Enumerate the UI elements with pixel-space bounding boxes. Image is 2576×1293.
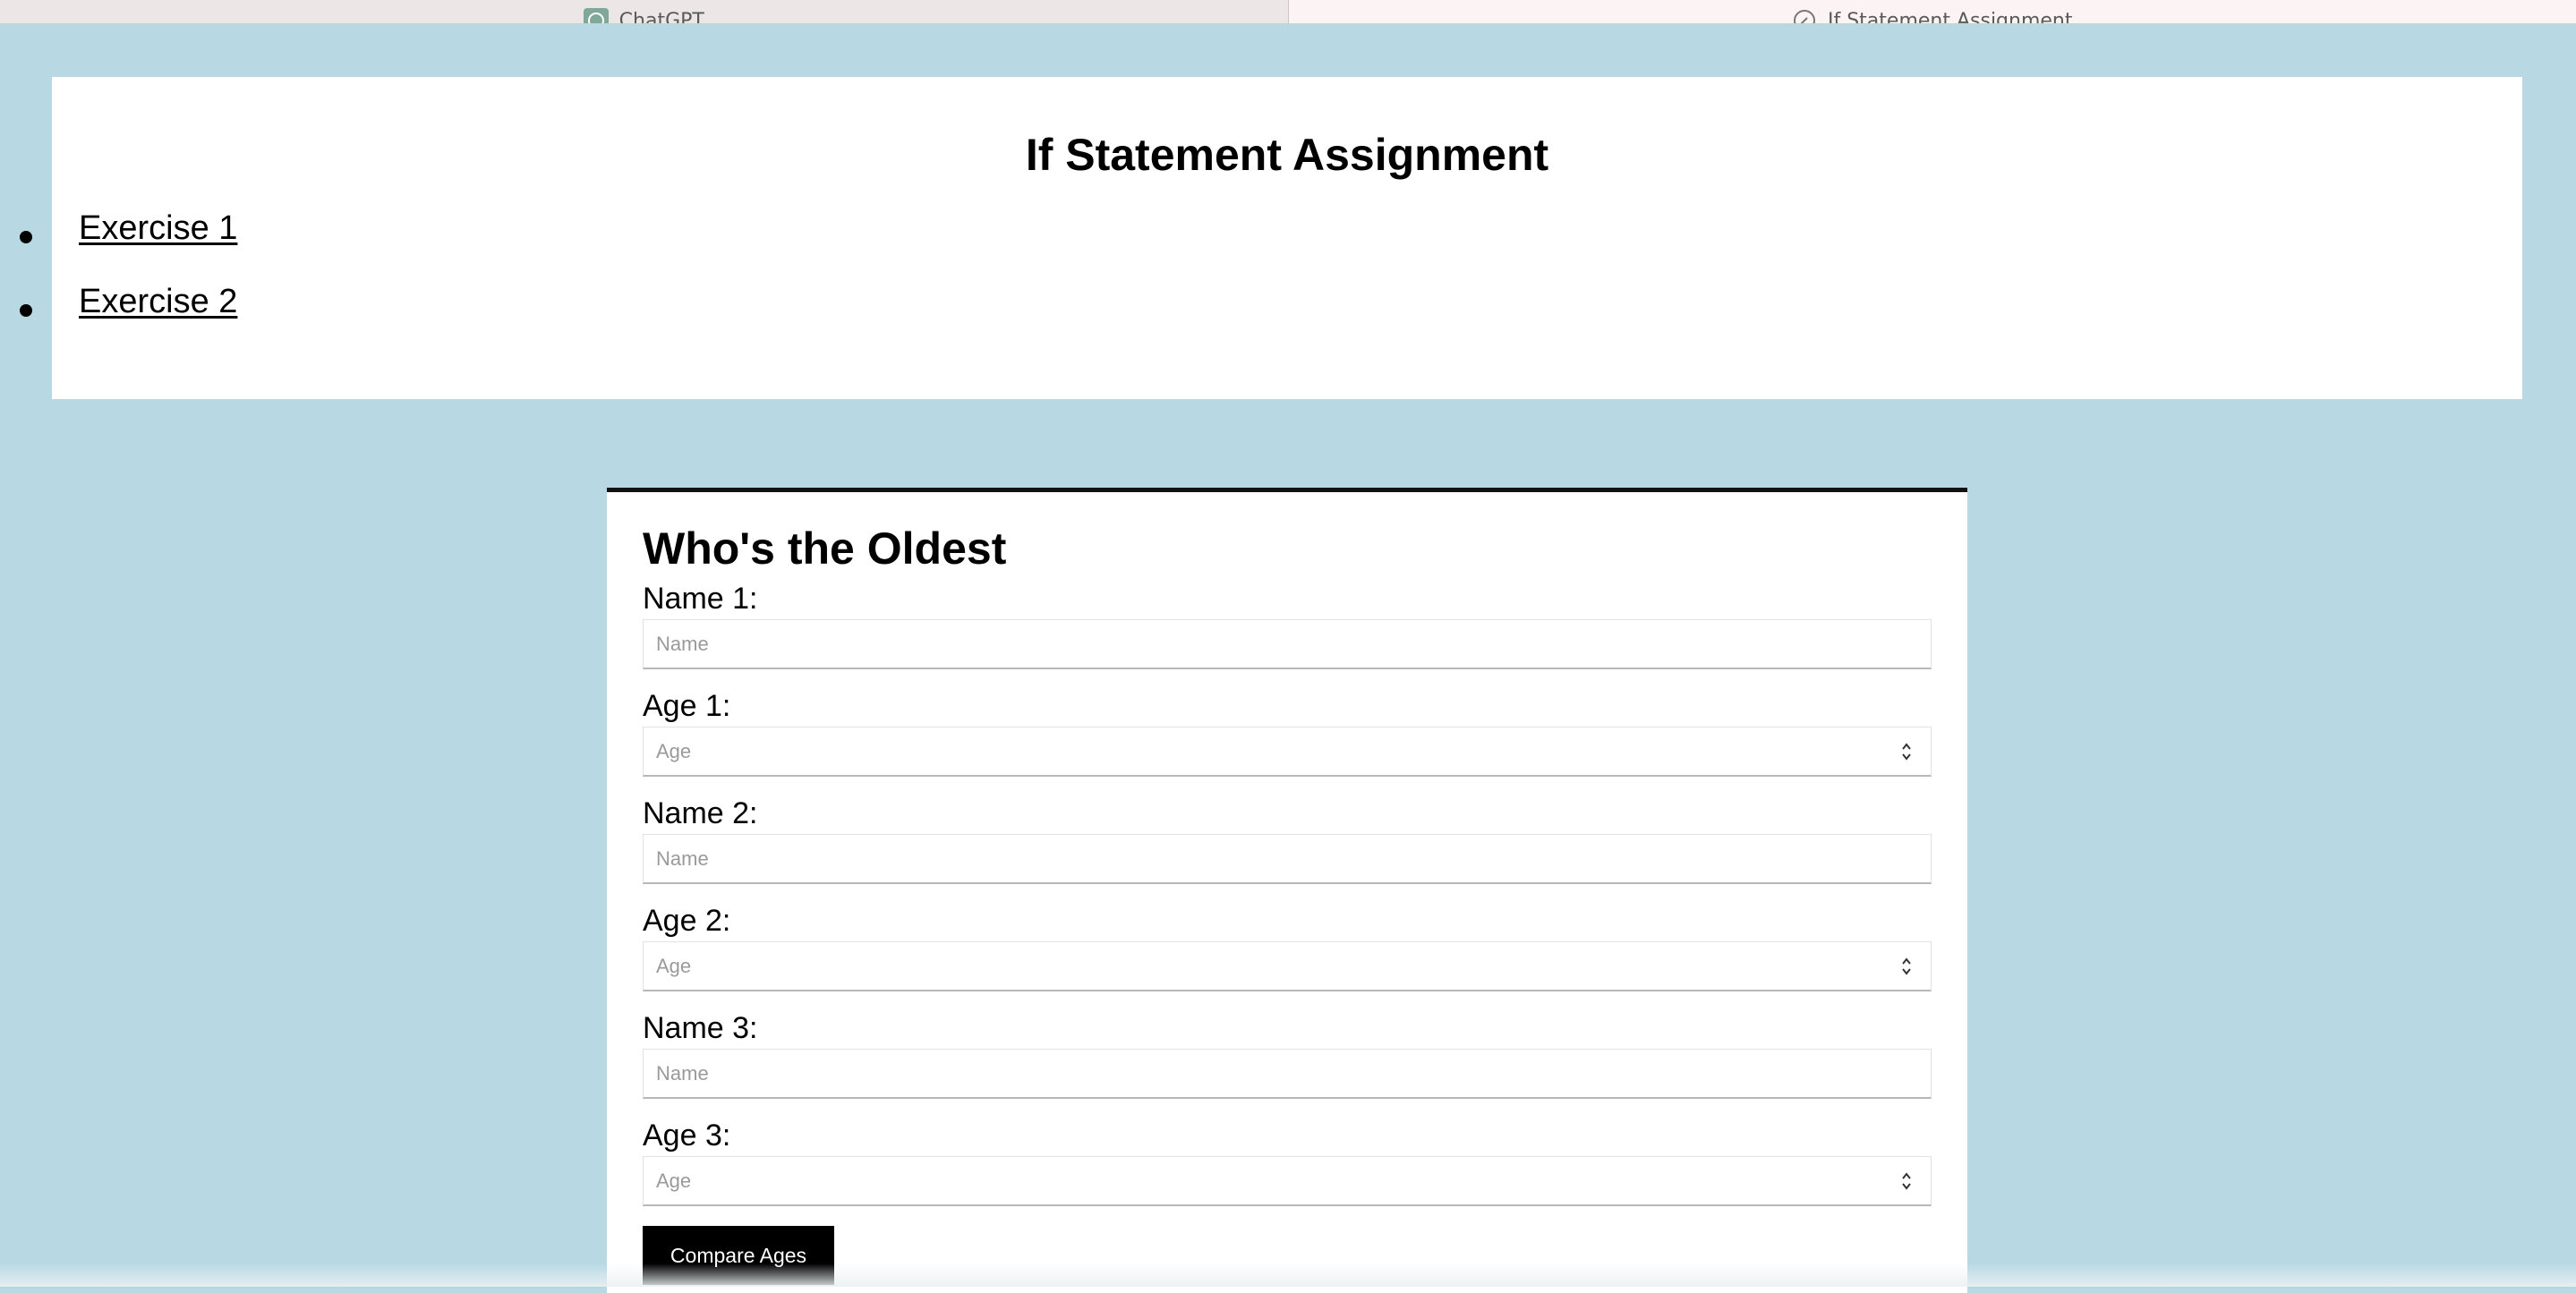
name-3-input[interactable] <box>643 1049 1932 1099</box>
compare-ages-button[interactable]: Compare Ages <box>643 1226 834 1285</box>
age-2-input[interactable] <box>643 941 1932 991</box>
age-3-input[interactable] <box>643 1156 1932 1206</box>
page-globe-icon <box>1792 8 1817 23</box>
browser-tab-label: ChatGPT <box>619 10 704 24</box>
age-1-input[interactable] <box>643 727 1932 777</box>
nav-list-item: Exercise 1 <box>52 211 237 285</box>
name-2-label: Name 2: <box>643 798 758 829</box>
browser-tab-label: If Statement Assignment <box>1828 10 2073 24</box>
age-1-label: Age 1: <box>643 691 730 721</box>
name-3-label: Name 3: <box>643 1013 758 1043</box>
page-title: If Statement Assignment <box>52 129 2522 181</box>
oldest-form-card: Who's the Oldest Name 1: Age 1: Name 2: … <box>607 488 1967 1293</box>
bullet-icon <box>20 304 32 317</box>
name-1-input[interactable] <box>643 619 1932 669</box>
bullet-icon <box>20 231 32 243</box>
name-2-input[interactable] <box>643 834 1932 884</box>
browser-tab-strip: ChatGPT If Statement Assignment <box>0 0 2576 24</box>
chatgpt-logo-icon <box>584 8 609 23</box>
age-3-label: Age 3: <box>643 1120 730 1151</box>
exercise-2-link[interactable]: Exercise 2 <box>79 285 237 319</box>
browser-tab-if-statement-assignment[interactable]: If Statement Assignment <box>1289 0 2576 23</box>
browser-tab-chatgpt[interactable]: ChatGPT <box>0 0 1289 23</box>
nav-list-item: Exercise 2 <box>52 285 237 358</box>
form-title: Who's the Oldest <box>643 526 1006 571</box>
age-2-label: Age 2: <box>643 906 730 936</box>
exercise-1-link[interactable]: Exercise 1 <box>79 211 237 245</box>
name-1-label: Name 1: <box>643 583 758 614</box>
exercise-nav-list: Exercise 1 Exercise 2 <box>52 211 237 358</box>
header-card: If Statement Assignment Exercise 1 Exerc… <box>52 77 2522 399</box>
